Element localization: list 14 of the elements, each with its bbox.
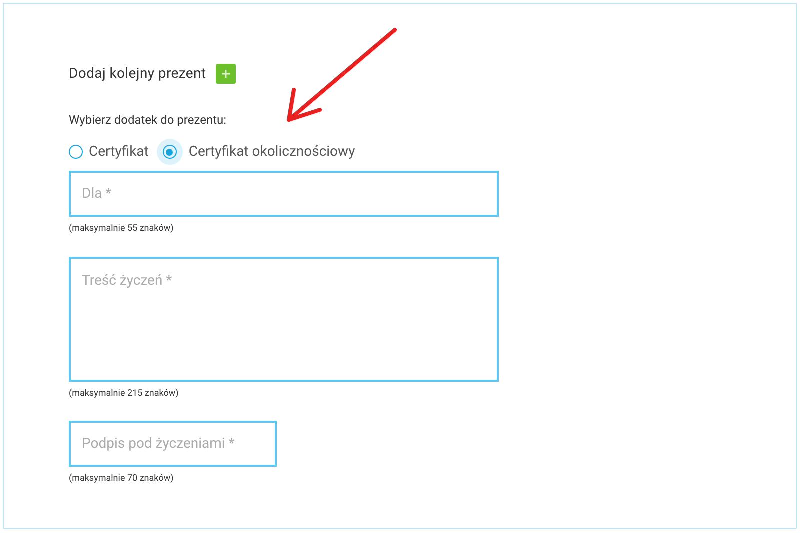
field-hint: (maksymalnie 55 znaków) xyxy=(69,223,175,236)
addon-label: Wybierz dodatek do prezentu: xyxy=(69,112,228,129)
radio-button[interactable] xyxy=(69,145,83,159)
radio-option[interactable]: Certyfikat okolicznościowy xyxy=(156,139,356,165)
radio-button[interactable] xyxy=(156,139,183,165)
section-heading: Dodaj kolejny prezent xyxy=(69,64,206,84)
radio-option[interactable]: Certyfikat xyxy=(69,142,149,162)
wishes-field[interactable]: Treść życzeń * xyxy=(69,256,499,382)
signature-field[interactable]: Podpis pod życzeniami * xyxy=(69,421,277,467)
add-button[interactable] xyxy=(216,64,236,84)
plus-icon xyxy=(221,69,232,79)
recipient-field[interactable]: Dla * xyxy=(69,171,499,217)
field-hint: (maksymalnie 215 znaków) xyxy=(69,388,180,400)
field-hint: (maksymalnie 70 znaków) xyxy=(69,473,175,486)
